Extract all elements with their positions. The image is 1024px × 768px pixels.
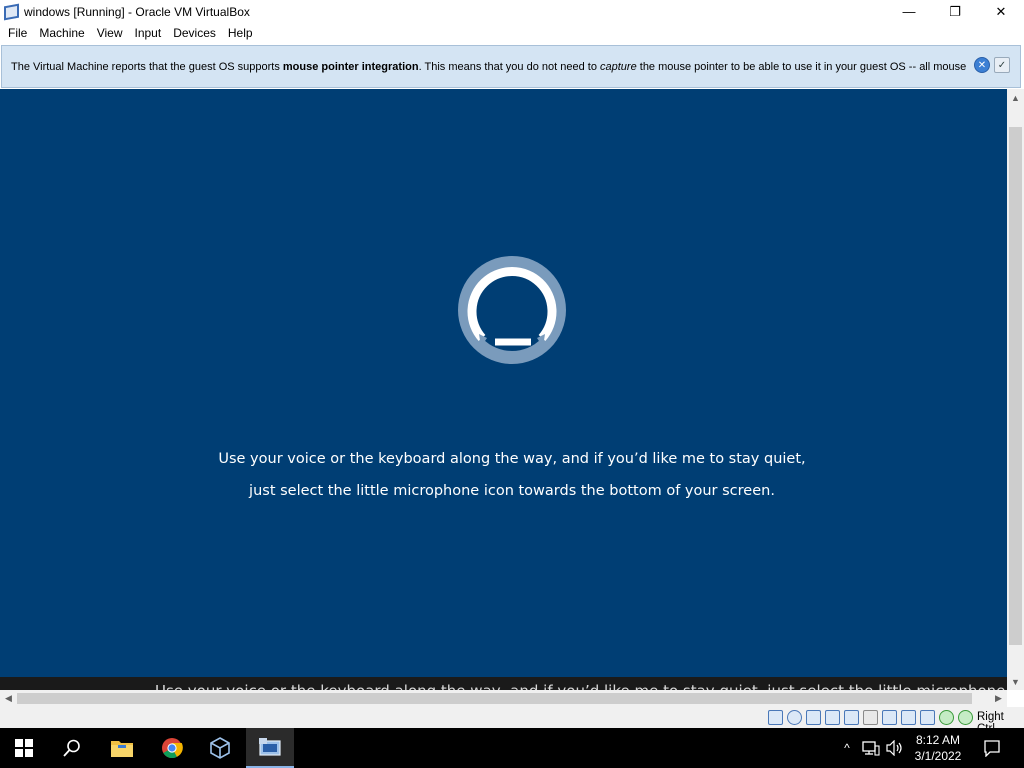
- notice-text-bold: mouse pointer integration: [282, 60, 419, 73]
- device-indicators: [768, 710, 977, 725]
- title-bar: windows [Running] - Oracle VM VirtualBox…: [0, 0, 1024, 23]
- network-icon[interactable]: [825, 710, 840, 725]
- vertical-scroll-thumb[interactable]: [1009, 127, 1022, 645]
- audio-icon[interactable]: [806, 710, 821, 725]
- menu-input[interactable]: Input: [129, 23, 168, 44]
- horizontal-scroll-thumb[interactable]: [17, 693, 972, 704]
- menu-file[interactable]: File: [2, 23, 33, 44]
- window-title: windows [Running] - Oracle VM VirtualBox: [24, 4, 250, 19]
- scroll-down-icon[interactable]: ▼: [1007, 673, 1024, 690]
- menu-view[interactable]: View: [91, 23, 129, 44]
- scroll-left-icon[interactable]: ◀: [0, 690, 17, 707]
- minimize-button[interactable]: —: [886, 0, 932, 23]
- menu-devices[interactable]: Devices: [167, 23, 222, 44]
- notice-do-not-show-icon[interactable]: ✓: [994, 57, 1010, 73]
- network-status-icon[interactable]: [860, 728, 882, 768]
- menu-help[interactable]: Help: [222, 23, 259, 44]
- optical-drive-icon[interactable]: [787, 710, 802, 725]
- horizontal-scrollbar[interactable]: ◀ ▶: [0, 690, 1007, 707]
- menu-bar: File Machine View Input Devices Help: [0, 23, 1024, 44]
- display-icon[interactable]: [882, 710, 897, 725]
- menu-machine[interactable]: Machine: [33, 23, 90, 44]
- scroll-right-icon[interactable]: ▶: [990, 690, 1007, 707]
- vm-display[interactable]: Use your voice or the keyboard along the…: [0, 89, 1007, 677]
- vm-caption-line2: just select the little microphone icon t…: [249, 483, 775, 499]
- vm-caption-line1: Use your voice or the keyboard along the…: [218, 451, 806, 467]
- action-center-icon[interactable]: [978, 728, 1006, 768]
- notice-text-italic: capture: [600, 60, 637, 73]
- mouse-integration-notice: The Virtual Machine reports that the gue…: [1, 45, 1021, 88]
- virtualbox-app-icon: [3, 3, 21, 21]
- window-controls: — ❐ ✕: [886, 0, 1024, 23]
- clock-date: 3/1/2022: [914, 749, 962, 763]
- start-icon[interactable]: [0, 728, 48, 768]
- cpu-icon[interactable]: [958, 710, 973, 725]
- show-hidden-icons-icon[interactable]: ^: [838, 728, 856, 768]
- vm-subtitle-text: Use your voice or the keyboard along the…: [155, 682, 1005, 690]
- scroll-up-icon[interactable]: ▲: [1007, 89, 1024, 106]
- search-icon[interactable]: [48, 728, 96, 768]
- maximize-button[interactable]: ❐: [932, 0, 978, 23]
- loading-spinner-icon: [458, 256, 566, 364]
- notice-text-after: the mouse pointer to be able to use it i…: [636, 60, 967, 73]
- notice-text-middle: . This means that you do not need to: [418, 60, 600, 73]
- mouse-integration-icon[interactable]: [939, 710, 954, 725]
- file-explorer-icon[interactable]: [98, 728, 146, 768]
- taskbar: ^ 8:12 AM 3/1/2022: [0, 728, 1024, 768]
- video-capture-icon[interactable]: [901, 710, 916, 725]
- virtualbox-vm-icon[interactable]: [246, 728, 294, 768]
- status-bar: Right Ctrl: [0, 707, 1024, 735]
- notice-close-icon[interactable]: ✕: [974, 57, 990, 73]
- hard-disk-icon[interactable]: [768, 710, 783, 725]
- virtualbox-manager-icon[interactable]: [196, 728, 244, 768]
- chrome-icon[interactable]: [148, 728, 196, 768]
- shared-folders-icon[interactable]: [863, 710, 878, 725]
- vm-subtitle-strip: Use your voice or the keyboard along the…: [0, 677, 1007, 690]
- vrde-icon[interactable]: [920, 710, 935, 725]
- close-button[interactable]: ✕: [978, 0, 1024, 23]
- volume-icon[interactable]: [884, 728, 906, 768]
- clock-time: 8:12 AM: [915, 733, 961, 747]
- vertical-scrollbar[interactable]: ▲ ▼: [1007, 89, 1024, 690]
- usb-icon[interactable]: [844, 710, 859, 725]
- notice-text-before: The Virtual Machine reports that the gue…: [11, 60, 283, 73]
- taskbar-clock[interactable]: 8:12 AM 3/1/2022: [904, 732, 972, 764]
- notice-message: The Virtual Machine reports that the gue…: [11, 61, 971, 73]
